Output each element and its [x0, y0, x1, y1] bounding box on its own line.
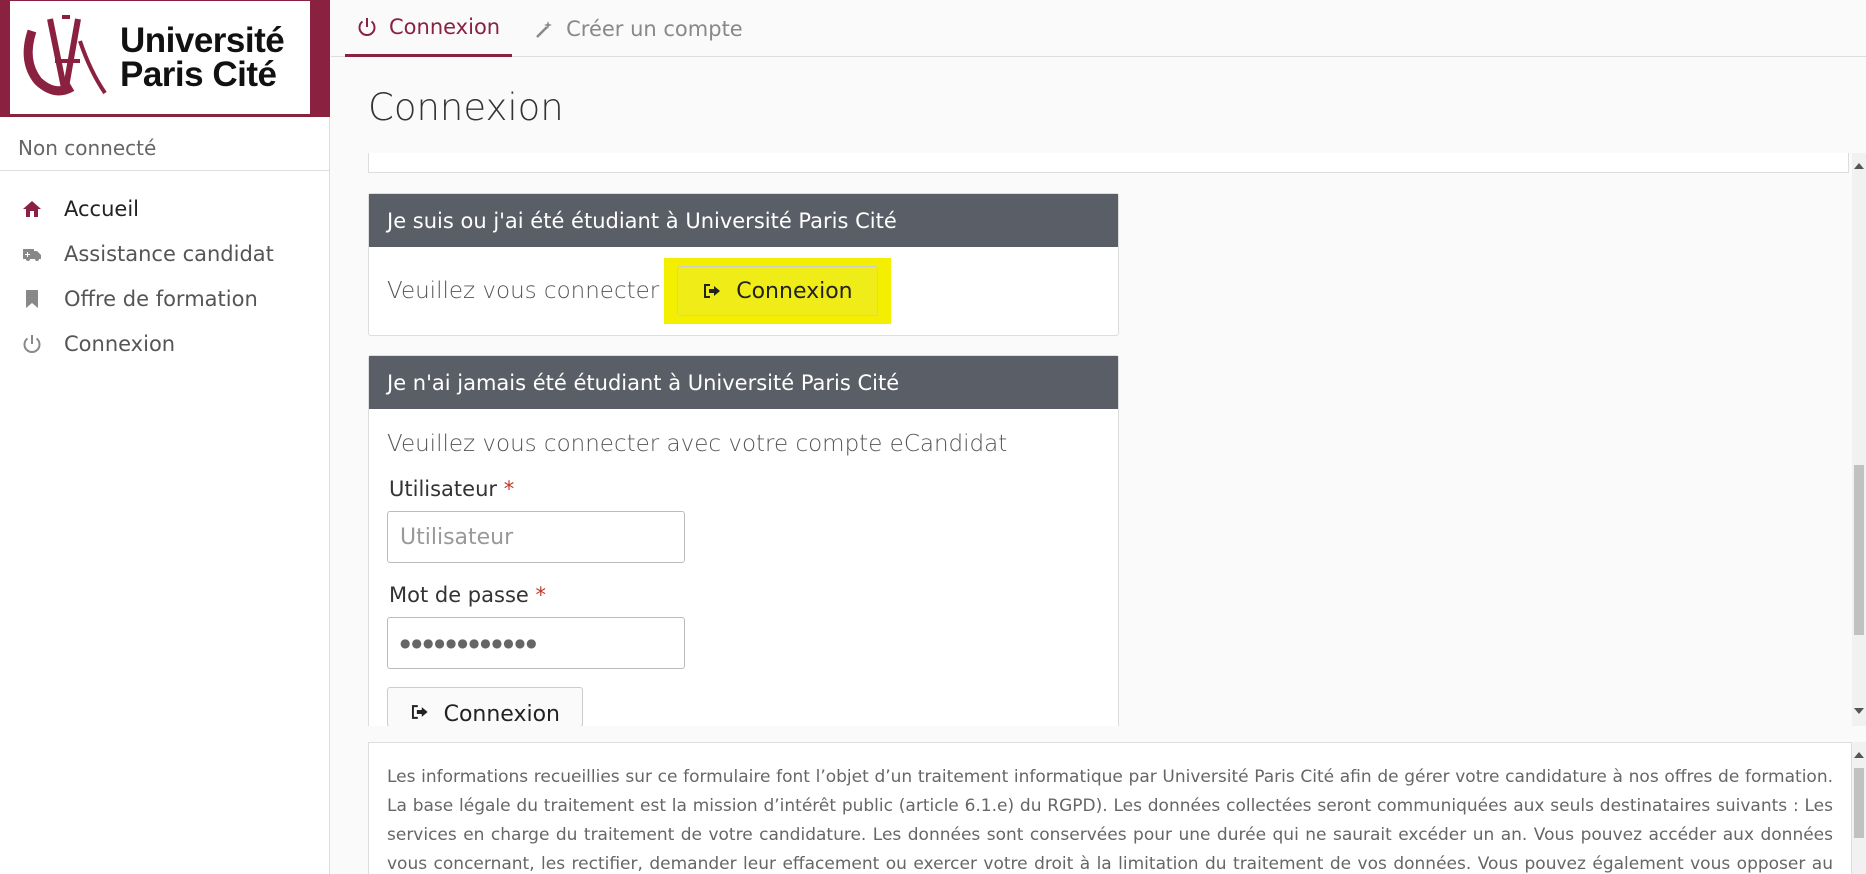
- sidebar-item-label: Accueil: [64, 196, 139, 221]
- sidebar-nav: Accueil Assistance candidat Offre de for…: [0, 186, 329, 366]
- power-icon: [22, 334, 42, 354]
- panel-text: Veuillez vous connecter: [387, 278, 660, 304]
- panel-student-login: Je suis ou j'ai été étudiant à Universit…: [368, 193, 1119, 336]
- top-tabs: Connexion Créer un compte: [331, 0, 1866, 57]
- sidebar-item-assistance[interactable]: Assistance candidat: [0, 231, 329, 276]
- tab-connexion[interactable]: Connexion: [345, 0, 513, 57]
- university-name: Université Paris Cité: [120, 20, 285, 94]
- sidebar-item-accueil[interactable]: Accueil: [0, 186, 329, 231]
- password-label-text: Mot de passe: [389, 583, 529, 607]
- scroll-down-arrow[interactable]: [1854, 708, 1864, 714]
- sidebar-item-connexion[interactable]: Connexion: [0, 321, 329, 366]
- sign-in-icon: [704, 284, 721, 298]
- sign-in-icon: [411, 705, 428, 719]
- brand-line2: Paris Cité: [120, 54, 277, 94]
- ambulance-icon: [22, 244, 42, 264]
- button-label: Connexion: [736, 278, 853, 304]
- panel-stub: [368, 153, 1849, 173]
- sidebar: Université Paris Cité Non connecté Accue…: [0, 0, 330, 874]
- notice-scrollbar[interactable]: [1852, 742, 1866, 874]
- required-mark: *: [535, 583, 547, 607]
- page-title: Connexion: [368, 86, 564, 129]
- user-label-text: Utilisateur: [389, 477, 498, 501]
- button-label: Connexion: [443, 702, 560, 726]
- scroll-up-arrow[interactable]: [1854, 752, 1864, 758]
- required-mark: *: [503, 477, 515, 501]
- bookmark-icon: [22, 289, 42, 309]
- tab-label: Créer un compte: [566, 16, 743, 41]
- home-icon: [22, 199, 42, 219]
- sso-connexion-button[interactable]: Connexion: [677, 266, 878, 316]
- password-input[interactable]: ●●●●●●●●●●●●: [387, 617, 685, 669]
- scroll-up-arrow[interactable]: [1854, 163, 1864, 169]
- brand-line1: Université: [120, 20, 285, 60]
- sidebar-item-label: Assistance candidat: [64, 241, 274, 266]
- power-icon: [358, 18, 376, 36]
- username-input[interactable]: [387, 511, 685, 563]
- content-scroll-area[interactable]: Je suis ou j'ai été étudiant à Universit…: [331, 153, 1866, 726]
- tab-label: Connexion: [389, 15, 501, 39]
- sidebar-item-label: Offre de formation: [64, 286, 258, 311]
- magic-wand-icon: [536, 20, 553, 38]
- login-status: Non connecté: [18, 136, 157, 160]
- highlight-box: Connexion: [664, 258, 891, 324]
- divider: [0, 170, 329, 171]
- sidebar-item-offre[interactable]: Offre de formation: [0, 276, 329, 321]
- user-label: Utilisateur *: [387, 477, 1100, 501]
- content-scrollbar[interactable]: [1852, 153, 1866, 726]
- scrollbar-thumb[interactable]: [1854, 465, 1864, 635]
- panel-header: Je n'ai jamais été étudiant à Université…: [369, 356, 1118, 409]
- panel-header: Je suis ou j'ai été étudiant à Universit…: [369, 194, 1118, 247]
- scrollbar-thumb[interactable]: [1854, 768, 1864, 838]
- panel-text: Veuillez vous connecter avec votre compt…: [387, 431, 1008, 457]
- gdpr-notice: Les informations recueillies sur ce form…: [368, 742, 1852, 874]
- tab-creer-compte[interactable]: Créer un compte: [522, 0, 755, 57]
- panel-new-candidate-login: Je n'ai jamais été étudiant à Université…: [368, 355, 1119, 726]
- account-connexion-button[interactable]: Connexion: [387, 687, 583, 726]
- logo-banner: Université Paris Cité: [0, 0, 330, 117]
- sidebar-item-label: Connexion: [64, 331, 176, 356]
- password-label: Mot de passe *: [387, 583, 1100, 607]
- university-logo[interactable]: Université Paris Cité: [10, 1, 310, 114]
- university-emblem-icon: [10, 1, 120, 114]
